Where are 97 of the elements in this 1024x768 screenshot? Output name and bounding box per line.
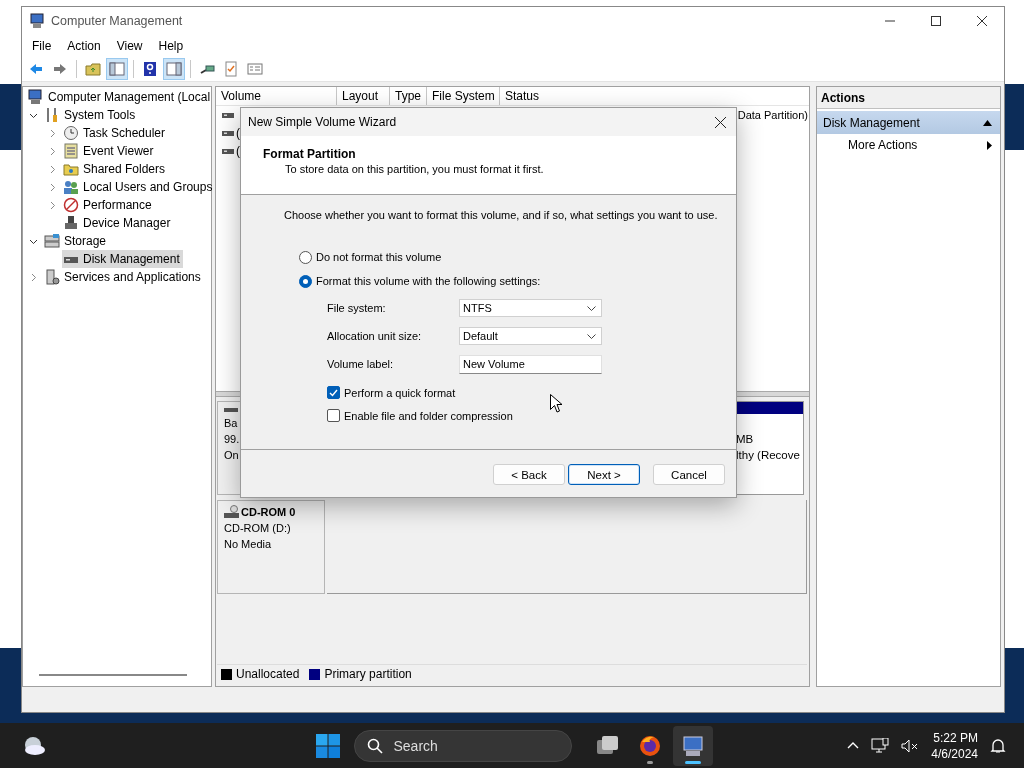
- services-icon: [44, 269, 60, 285]
- dropdown[interactable]: Default: [459, 327, 602, 345]
- scrollbar[interactable]: [39, 674, 187, 676]
- disk-info: On: [224, 448, 240, 463]
- wizard-button[interactable]: < Back: [493, 464, 565, 485]
- drive-icon: [222, 110, 234, 120]
- partition-info: lthy (Recove: [736, 448, 801, 463]
- disk-info: 99.: [224, 432, 241, 447]
- menu-item[interactable]: File: [24, 39, 60, 53]
- tree-item[interactable]: Event Viewer: [62, 142, 157, 160]
- wizard-button[interactable]: Next >: [568, 464, 640, 485]
- pane-heading: Actions: [817, 87, 1000, 109]
- panel-icon[interactable]: [163, 58, 185, 80]
- computer-icon[interactable]: [672, 725, 713, 766]
- page-heading: Format Partition: [263, 147, 357, 161]
- mouse-pointer-icon: [550, 394, 562, 413]
- column-header[interactable]: Volume: [216, 87, 337, 105]
- section-header[interactable]: Disk Management: [817, 111, 1000, 134]
- tree-item[interactable]: Storage: [43, 232, 110, 250]
- notification-bell-icon[interactable]: [990, 737, 1006, 754]
- disc-drive-icon: [224, 505, 240, 519]
- column-header[interactable]: Type: [390, 87, 427, 105]
- field-label: Volume label:: [327, 358, 395, 370]
- menu-item[interactable]: Action: [59, 39, 109, 53]
- legend-label: Unallocated: [236, 667, 300, 681]
- network-icon[interactable]: [871, 737, 890, 754]
- instruction-text: Choose whether you want to format this volume, and if so, what settings you want to use.: [284, 209, 719, 221]
- close-icon[interactable]: [715, 116, 726, 128]
- search-icon: [366, 737, 383, 754]
- drive-icon: [222, 128, 234, 138]
- tree-item[interactable]: Services and Applications: [43, 268, 204, 286]
- tree-item[interactable]: Local Users and Groups: [62, 178, 216, 196]
- tree-item[interactable]: Shared Folders: [62, 160, 169, 178]
- disk-info: CD-ROM (D:): [224, 521, 292, 536]
- option-label[interactable]: Do not format this volume: [316, 251, 442, 263]
- collapse-triangle-icon: [983, 119, 992, 126]
- disk-info: No Media: [224, 537, 273, 552]
- clock-icon: [63, 125, 79, 141]
- radio-button[interactable]: [299, 274, 312, 288]
- tree-item[interactable]: Performance: [62, 196, 155, 214]
- tree-item[interactable]: System Tools: [43, 106, 139, 124]
- checkbox[interactable]: [327, 386, 340, 399]
- shared-folder-icon: [63, 161, 79, 177]
- field-label: File system:: [327, 302, 387, 314]
- field-label: Allocation unit size:: [327, 330, 423, 342]
- maximize-icon[interactable]: [931, 16, 941, 26]
- input-field[interactable]: New Volume: [459, 354, 602, 374]
- checkbox-label[interactable]: Perform a quick format: [344, 386, 456, 399]
- column-header[interactable]: Layout: [337, 87, 390, 105]
- caret-icon: [587, 305, 596, 311]
- close-icon[interactable]: [977, 16, 987, 26]
- tree-item[interactable]: Computer Management (Local: [27, 88, 214, 106]
- radio-button[interactable]: [299, 250, 312, 264]
- device-icon: [63, 215, 79, 231]
- panel-icon[interactable]: [106, 58, 128, 80]
- volume-muted-icon[interactable]: [901, 737, 920, 754]
- table-cell: (: [236, 126, 240, 140]
- clock-date[interactable]: 4/6/2024: [931, 745, 978, 762]
- dialog-title: New Simple Volume Wizard: [248, 115, 397, 129]
- table-cell: (: [236, 144, 240, 158]
- column-header[interactable]: Status: [500, 87, 809, 105]
- dropdown[interactable]: NTFS: [459, 299, 602, 317]
- checkbox[interactable]: [327, 409, 340, 422]
- drive-icon: [222, 146, 234, 156]
- search-field[interactable]: Search: [391, 736, 546, 755]
- column-header[interactable]: File System: [427, 87, 500, 105]
- section-title: Disk Management: [823, 115, 920, 130]
- clock-time[interactable]: 5:22 PM: [933, 729, 978, 746]
- windows-logo-icon[interactable]: [315, 733, 340, 758]
- menu-item[interactable]: Help: [150, 39, 192, 53]
- legend-label: Primary partition: [324, 667, 412, 681]
- disk-info: Ba: [224, 416, 239, 431]
- chevron-up-icon[interactable]: [847, 742, 860, 749]
- storage-icon: [44, 233, 60, 249]
- page-subtitle: To store data on this partition, you must format it first.: [285, 163, 545, 175]
- tree-item[interactable]: Task Scheduler: [62, 124, 169, 142]
- weather-icon[interactable]: [22, 734, 46, 757]
- action-link[interactable]: More Actions: [817, 134, 1000, 156]
- submenu-triangle-icon: [987, 140, 992, 150]
- log-icon: [63, 143, 79, 159]
- checkbox-label[interactable]: Enable file and folder compression: [344, 409, 513, 422]
- tools-icon: [44, 107, 60, 123]
- option-label[interactable]: Format this volume with the following settings:: [316, 275, 541, 287]
- disk-name: CD-ROM 0: [241, 505, 296, 520]
- drive-icon: [224, 405, 238, 415]
- users-icon: [63, 179, 79, 195]
- partition-info: MB: [736, 432, 755, 447]
- wizard-button[interactable]: Cancel: [653, 464, 725, 485]
- table-cell: Data Partition): [737, 109, 809, 121]
- tree-item[interactable]: Device Manager: [62, 214, 174, 232]
- computer-icon: [29, 13, 45, 29]
- window-title: Computer Management: [51, 14, 183, 28]
- tree-item[interactable]: Disk Management: [62, 250, 183, 268]
- menu-item[interactable]: View: [108, 39, 151, 53]
- search-bar[interactable]: Search: [353, 729, 572, 762]
- computer-icon: [28, 89, 44, 105]
- caret-icon: [587, 333, 596, 339]
